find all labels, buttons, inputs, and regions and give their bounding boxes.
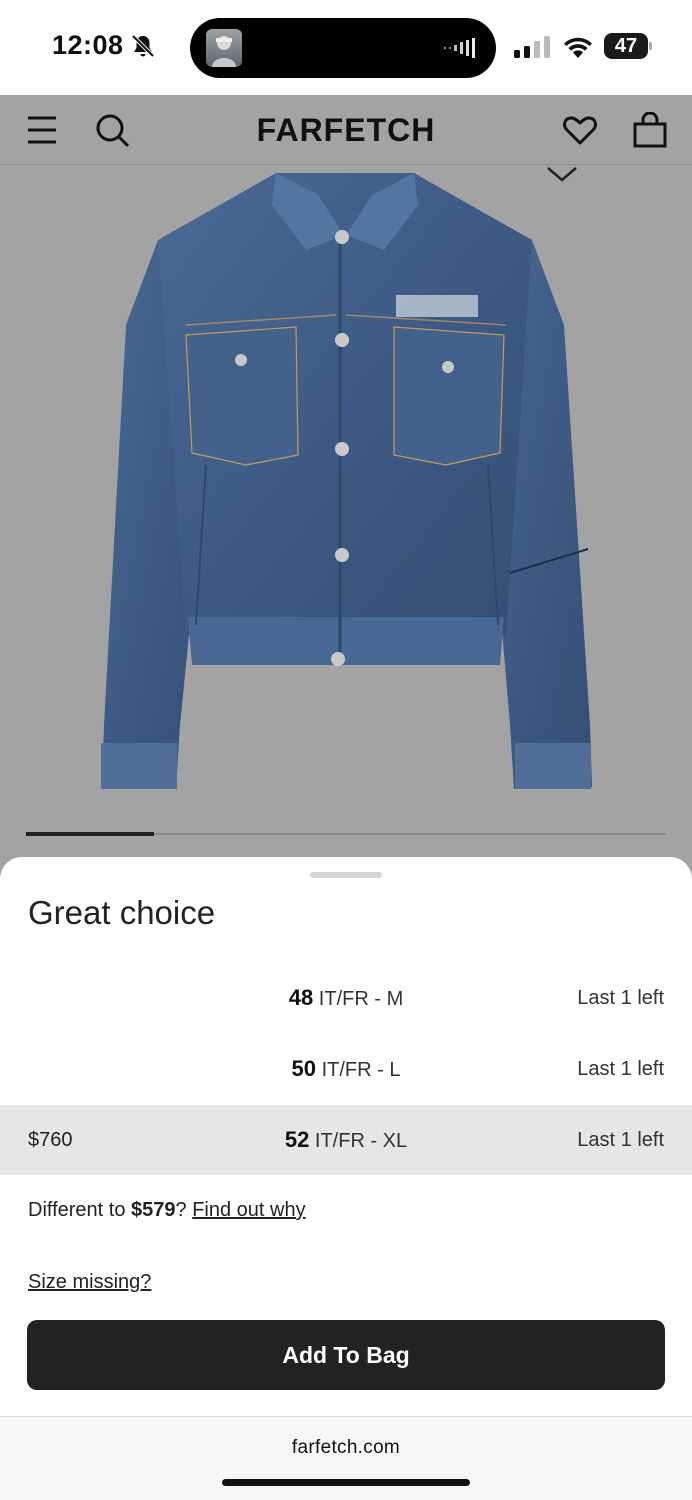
diff-prefix: Different to bbox=[28, 1199, 132, 1221]
price-difference-note: Different to $579? Find out why bbox=[28, 1199, 306, 1222]
bell-slash-icon bbox=[131, 34, 155, 58]
signal-icon bbox=[514, 36, 550, 58]
battery-icon: 47 bbox=[604, 33, 652, 59]
wifi-icon bbox=[564, 37, 592, 58]
url-text[interactable]: farfetch.com bbox=[0, 1437, 692, 1459]
sheet-drag-handle[interactable] bbox=[310, 872, 382, 878]
home-indicator[interactable] bbox=[222, 1479, 470, 1486]
size-number: 50 bbox=[291, 1056, 317, 1081]
now-playing-thumbnail bbox=[206, 29, 242, 67]
size-system: IT/FR - XL bbox=[309, 1130, 408, 1152]
dynamic-island[interactable] bbox=[190, 18, 496, 78]
find-out-why-link[interactable]: Find out why bbox=[192, 1199, 305, 1221]
bag-icon[interactable] bbox=[632, 112, 668, 148]
audio-wave-icon bbox=[444, 38, 475, 58]
size-missing-link[interactable]: Size missing? bbox=[28, 1271, 151, 1294]
diff-price: $579 bbox=[131, 1199, 176, 1221]
product-image-denim-jacket[interactable] bbox=[96, 165, 596, 795]
stock-status: Last 1 left bbox=[577, 987, 664, 1009]
size-option-48[interactable]: 48 IT/FR - M Last 1 left bbox=[0, 963, 692, 1033]
size-system: IT/FR - L bbox=[316, 1059, 401, 1081]
stock-status: Last 1 left bbox=[577, 1058, 664, 1080]
sheet-title: Great choice bbox=[28, 894, 216, 931]
gallery-progress-indicator bbox=[26, 832, 154, 836]
stock-status: Last 1 left bbox=[577, 1129, 664, 1151]
heart-icon[interactable] bbox=[562, 112, 598, 148]
size-system: IT/FR - M bbox=[313, 988, 404, 1010]
battery-level: 47 bbox=[604, 33, 648, 59]
size-option-52-selected[interactable]: $760 52 IT/FR - XL Last 1 left bbox=[0, 1105, 692, 1175]
size-option-50[interactable]: 50 IT/FR - L Last 1 left bbox=[0, 1034, 692, 1104]
size-number: 48 bbox=[288, 985, 314, 1010]
status-time: 12:08 bbox=[52, 30, 124, 60]
add-to-bag-button[interactable]: Add To Bag bbox=[27, 1320, 665, 1390]
size-number: 52 bbox=[284, 1127, 310, 1152]
status-bar: 12:08 47 bbox=[0, 0, 692, 95]
diff-suffix: ? bbox=[175, 1199, 193, 1221]
